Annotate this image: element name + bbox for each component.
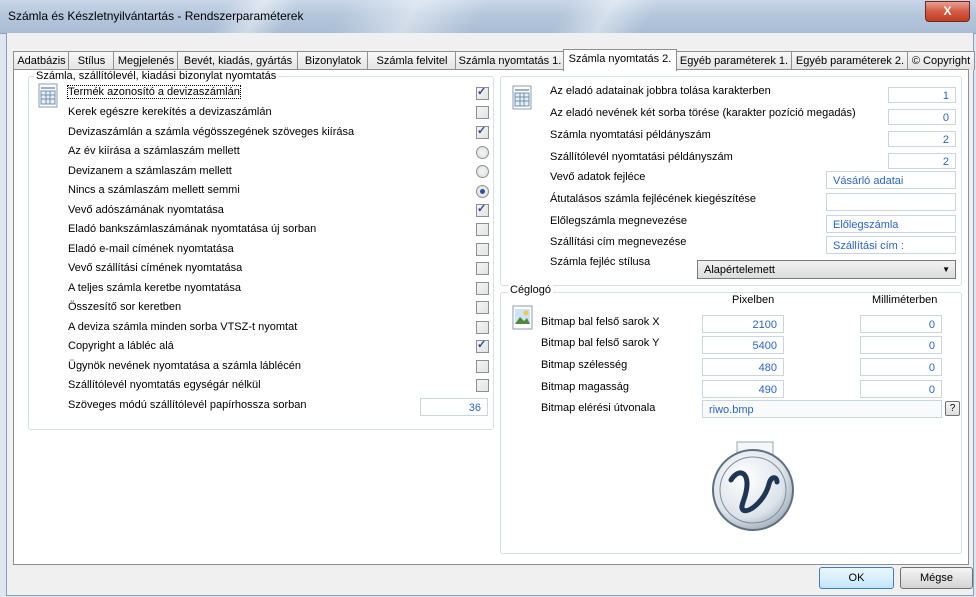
option-checkbox[interactable]: [476, 338, 489, 353]
logo-pixel-input[interactable]: 2100: [702, 315, 784, 333]
paper-length-input[interactable]: 36: [420, 398, 488, 416]
param-text-input[interactable]: [826, 193, 956, 211]
logo-param-label: Bitmap szélesség: [541, 359, 628, 371]
option-label: Összesítő sor keretben: [68, 301, 182, 313]
tab-adatbazis[interactable]: Adatbázis: [13, 51, 70, 70]
logo-param-label: Bitmap magasság: [541, 381, 630, 393]
option-label: Eladó bankszámlaszámának nyomtatása új s…: [68, 223, 317, 235]
logo-mm-input[interactable]: 0: [860, 336, 942, 354]
option-checkbox[interactable]: [476, 243, 489, 256]
option-radio[interactable]: [476, 146, 489, 159]
param-text-input[interactable]: Előlegszámla: [826, 215, 956, 233]
tab-egyeb-parameterek-1[interactable]: Egyéb paraméterek 1.: [675, 51, 793, 70]
option-checkbox[interactable]: [476, 321, 489, 334]
print-options-group-title: Számla, szállítólevél, kiadási bizonylat…: [34, 70, 279, 82]
option-label: Eladó e-mail címének nyomtatása: [68, 243, 234, 255]
param-label: Átutalásos számla fejlécének kiegészítés…: [550, 193, 757, 205]
logo-param-label: Bitmap bal felső sarok Y: [541, 337, 660, 349]
title-bar: Számla és Készletnyilvántartás - Rendsze…: [0, 0, 976, 34]
option-checkbox[interactable]: [476, 282, 489, 295]
option-label: Copyright a lábléc alá: [68, 340, 174, 352]
option-checkbox[interactable]: [476, 360, 489, 373]
tab-szamla-nyomtatas-1[interactable]: Számla nyomtatás 1.: [455, 51, 565, 70]
image-file-icon: [512, 305, 533, 330]
logo-preview-image: [712, 441, 794, 531]
option-label: A teljes számla keretbe nyomtatása: [68, 282, 242, 294]
option-checkbox[interactable]: [476, 124, 489, 139]
document-table-icon: [38, 83, 58, 108]
param-text-input[interactable]: Szállítási cím :: [826, 236, 956, 254]
option-label: Devizaszámlán a számla végösszegének szö…: [68, 126, 355, 138]
paper-length-label: Szöveges módú szállítólevél papírhossza …: [68, 399, 307, 411]
logo-pixel-input[interactable]: 5400: [702, 336, 784, 354]
param-input[interactable]: 2: [888, 153, 956, 169]
tab-szamla-nyomtatas-2[interactable]: Számla nyomtatás 2.: [563, 49, 677, 71]
option-checkbox[interactable]: [476, 202, 489, 217]
bitmap-path-input[interactable]: riwo.bmp: [702, 400, 942, 418]
param-input[interactable]: 0: [888, 109, 956, 125]
company-logo-group-title: Céglogó: [508, 284, 553, 296]
tab-bevet-kiadas-gyartas[interactable]: Bevét, kiadás, gyártás: [177, 51, 299, 70]
ok-button[interactable]: OK: [819, 567, 894, 589]
option-radio[interactable]: [476, 165, 489, 178]
tab-szamla-felvitel[interactable]: Számla felvitel: [367, 51, 457, 70]
option-label: Vevő adószámának nyomtatása: [68, 204, 224, 216]
header-style-select[interactable]: Alapértelemett ▼: [697, 260, 956, 279]
param-input[interactable]: 2: [888, 131, 956, 147]
window-title: Számla és Készletnyilvántartás - Rendsze…: [8, 9, 304, 23]
param-label: Szállítólevél nyomtatási példányszám: [550, 151, 733, 163]
option-label: Termék azonosító a devizaszámlán: [67, 85, 241, 99]
glass-streak: [550, 0, 660, 33]
close-button[interactable]: X: [925, 1, 970, 22]
logo-mm-input[interactable]: 0: [860, 358, 942, 376]
logo-mm-input[interactable]: 0: [860, 315, 942, 333]
mm-column-header: Milliméterben: [872, 294, 938, 306]
logo-pixel-input[interactable]: 480: [702, 358, 784, 376]
option-label: Vevő szállítási címének nyomtatása: [68, 262, 243, 274]
tab-stilus[interactable]: Stílus: [68, 51, 115, 70]
option-checkbox[interactable]: [476, 262, 489, 275]
header-style-label: Számla fejléc stílusa: [550, 256, 651, 268]
param-label: Az eladó nevének két sorba törése (karak…: [550, 107, 856, 119]
param-input[interactable]: 1: [888, 87, 956, 103]
option-label: Az év kiírása a számlaszám mellett: [68, 145, 240, 157]
bitmap-path-label: Bitmap elérési útvonala: [541, 402, 656, 414]
option-radio[interactable]: [476, 185, 489, 198]
option-label: A deviza számla minden sorba VTSZ-t nyom…: [68, 321, 298, 333]
option-label: Nincs a számlaszám mellett semmi: [68, 184, 240, 196]
option-checkbox[interactable]: [476, 85, 489, 100]
option-checkbox[interactable]: [476, 106, 489, 119]
browse-help-button[interactable]: ?: [945, 401, 960, 416]
option-label: Kerek egészre kerekítés a devizaszámlán: [68, 106, 272, 118]
document-table-icon: [512, 85, 532, 110]
option-label: Devizanem a számlaszám mellett: [68, 165, 232, 177]
param-label: Előlegszámla megnevezése: [550, 215, 687, 227]
tab-copyright[interactable]: © Copyright: [907, 51, 975, 70]
param-text-input[interactable]: Vásárló adatai: [826, 171, 956, 189]
logo-param-label: Bitmap bal felső sarok X: [541, 316, 660, 328]
option-checkbox[interactable]: [476, 379, 489, 392]
option-label: Szállítólevél nyomtatás egységár nélkül: [68, 379, 261, 391]
tab-egyeb-parameterek-2[interactable]: Egyéb paraméterek 2.: [791, 51, 909, 70]
param-label: Az eladó adatainak jobbra tolása karakte…: [550, 85, 771, 97]
glass-streak: [330, 0, 490, 33]
tab-page: Számla, szállítólevél, kiadási bizonylat…: [13, 69, 969, 565]
pixel-column-header: Pixelben: [732, 294, 775, 306]
param-label: Vevő adatok fejléce: [550, 171, 646, 183]
option-checkbox[interactable]: [476, 223, 489, 236]
tab-copyright-label: Copyright: [923, 55, 971, 67]
option-label: Ügynök nevének nyomtatása a számla láblé…: [68, 360, 301, 372]
tab-bizonylatok[interactable]: Bizonylatok: [297, 51, 369, 70]
option-checkbox[interactable]: [476, 301, 489, 314]
param-label: Szállítási cím megnevezése: [550, 236, 687, 248]
tab-megjelenes[interactable]: Megjelenés: [113, 51, 179, 70]
logo-mm-input[interactable]: 0: [860, 380, 942, 398]
header-style-value: Alapértelemett: [704, 264, 775, 276]
logo-pixel-input[interactable]: 490: [702, 380, 784, 398]
dropdown-arrow-icon: ▼: [942, 265, 950, 274]
copyright-icon: ©: [911, 55, 920, 67]
cancel-button[interactable]: Mégse: [900, 567, 973, 589]
param-label: Számla nyomtatási példányszám: [550, 129, 711, 141]
dialog-client: Adatbázis Stílus Megjelenés Bevét, kiadá…: [6, 33, 975, 596]
